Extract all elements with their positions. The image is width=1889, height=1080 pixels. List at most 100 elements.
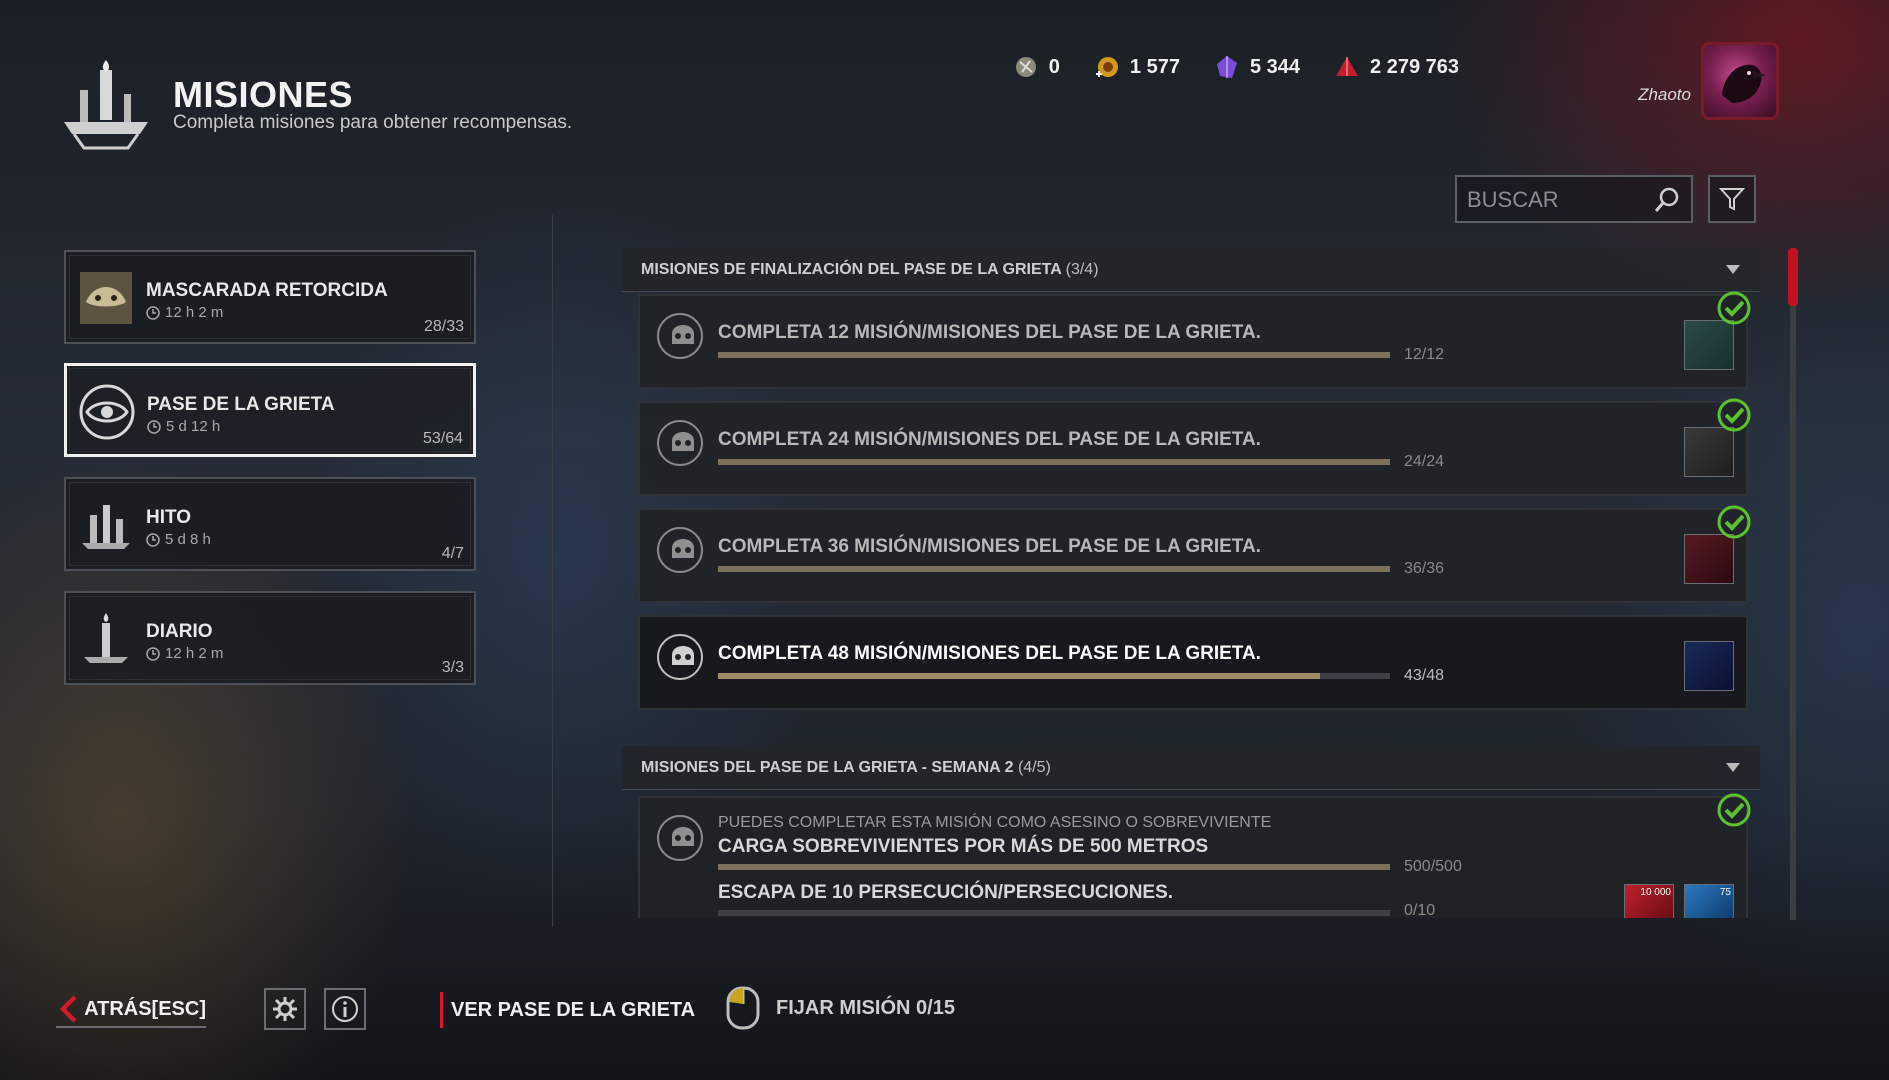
skull-icon bbox=[657, 527, 703, 573]
mission-card[interactable]: COMPLETA 24 MISIÓN/MISIONES DEL PASE DE … bbox=[638, 398, 1751, 496]
group-title-text: MISIONES DE FINALIZACIÓN DEL PASE DE LA … bbox=[641, 261, 1062, 278]
mission-progress-bar bbox=[718, 673, 1390, 679]
reward-xp-icon[interactable]: 75 bbox=[1684, 884, 1734, 918]
mission-note: PUEDES COMPLETAR ESTA MISIÓN COMO ASESIN… bbox=[718, 814, 1272, 831]
pin-mission-control[interactable]: FIJAR MISIÓN 0/15 bbox=[726, 986, 955, 1030]
skull-icon bbox=[657, 420, 703, 466]
currency-iridescent-shards: 2 279 763 bbox=[1334, 54, 1459, 80]
skull-icon bbox=[657, 313, 703, 359]
currency-auric-cells: 5 344 bbox=[1214, 54, 1300, 80]
objective-title: ESCAPA DE 10 PERSECUCIÓN/PERSECUCIONES. bbox=[718, 882, 1174, 903]
filter-button[interactable] bbox=[1708, 175, 1756, 223]
category-name: MASCARADA RETORCIDA bbox=[146, 280, 388, 301]
info-button[interactable] bbox=[324, 988, 366, 1030]
reward-banner-icon[interactable] bbox=[1684, 641, 1734, 691]
check-icon bbox=[1717, 398, 1751, 432]
mission-title: COMPLETA 48 MISIÓN/MISIONES DEL PASE DE … bbox=[718, 643, 1261, 664]
mission-title: COMPLETA 24 MISIÓN/MISIONES DEL PASE DE … bbox=[718, 429, 1261, 450]
reward-shards-icon[interactable]: 10 000 bbox=[1624, 884, 1674, 918]
objective-title: CARGA SOBREVIVIENTES POR MÁS DE 500 METR… bbox=[718, 836, 1209, 857]
iridescent-shards-icon bbox=[1336, 57, 1359, 76]
settings-button[interactable] bbox=[264, 988, 306, 1030]
bloodpoints-icon bbox=[1095, 57, 1118, 77]
category-timer: 5 d 8 h bbox=[146, 531, 211, 548]
chevron-down-icon[interactable] bbox=[1726, 763, 1740, 773]
mission-progress-text: 36/36 bbox=[1404, 560, 1445, 577]
back-button[interactable]: ATRÁS[ESC] bbox=[56, 992, 206, 1028]
candle-icon bbox=[84, 613, 128, 663]
progress-fill bbox=[718, 459, 1390, 465]
page-subtitle: Completa misiones para obtener recompens… bbox=[173, 112, 573, 133]
mission-card[interactable]: COMPLETA 48 MISIÓN/MISIONES DEL PASE DE … bbox=[638, 615, 1748, 710]
group-count: (4/5) bbox=[1017, 759, 1051, 776]
mission-progress-text: 24/24 bbox=[1404, 453, 1445, 470]
gear-icon bbox=[273, 997, 297, 1021]
reward-charm-icon[interactable] bbox=[1684, 320, 1734, 370]
back-key-hint: [ESC] bbox=[151, 997, 206, 1020]
currency-bloodpoints: 1 577 bbox=[1094, 54, 1180, 80]
reward-charm-icon[interactable] bbox=[1684, 534, 1734, 584]
currency-bar: 0 1 577 5 344 2 279 763 bbox=[1013, 52, 1459, 82]
objective-progress-text: 500/500 bbox=[1404, 858, 1462, 875]
search-box[interactable] bbox=[1455, 175, 1693, 223]
reward-charm-icon[interactable] bbox=[1684, 427, 1734, 477]
category-diario[interactable]: DIARIO 12 h 2 m 3/3 bbox=[64, 591, 476, 685]
mission-group-header[interactable]: MISIONES DE FINALIZACIÓN DEL PASE DE LA … bbox=[622, 248, 1760, 292]
category-name: DIARIO bbox=[146, 621, 213, 642]
currency-rift-fragments: 0 bbox=[1013, 54, 1060, 80]
mission-group-header[interactable]: MISIONES DEL PASE DE LA GRIETA - SEMANA … bbox=[622, 746, 1760, 790]
progress-fill bbox=[718, 352, 1390, 358]
back-label: ATRÁS[ESC] bbox=[84, 998, 206, 1021]
mission-progress-bar bbox=[718, 352, 1390, 358]
scroll-thumb[interactable] bbox=[1788, 248, 1798, 306]
page-title: MISIONES bbox=[173, 74, 354, 115]
mission-title: COMPLETA 12 MISIÓN/MISIONES DEL PASE DE … bbox=[718, 322, 1261, 343]
clock-icon bbox=[146, 305, 160, 320]
currency-value: 0 bbox=[1048, 55, 1060, 78]
check-icon bbox=[1717, 291, 1751, 325]
category-time-value: 12 h 2 m bbox=[165, 304, 224, 321]
back-arrow-icon bbox=[59, 995, 77, 1023]
category-count: 28/33 bbox=[423, 318, 464, 335]
currency-value: 5 344 bbox=[1249, 55, 1301, 78]
category-timer: 12 h 2 m bbox=[146, 645, 223, 662]
chevron-down-icon[interactable] bbox=[1726, 265, 1740, 275]
mission-card[interactable]: COMPLETA 12 MISIÓN/MISIONES DEL PASE DE … bbox=[638, 291, 1751, 389]
objective-progress-text: 0/10 bbox=[1404, 902, 1436, 918]
mouse-icon bbox=[726, 986, 760, 1030]
progress-fill bbox=[718, 673, 1321, 679]
category-time-value: 5 d 8 h bbox=[165, 531, 211, 548]
objective-progress-bar bbox=[718, 864, 1390, 870]
mission-progress-text: 43/48 bbox=[1404, 667, 1445, 684]
category-pase-de-la-grieta[interactable]: PASE DE LA GRIETA 5 d 12 h 53/64 bbox=[64, 363, 476, 457]
clock-icon bbox=[146, 532, 160, 547]
mission-title: COMPLETA 36 MISIÓN/MISIONES DEL PASE DE … bbox=[718, 536, 1261, 557]
view-rift-pass-button[interactable]: VER PASE DE LA GRIETA bbox=[440, 992, 695, 1028]
search-icon[interactable] bbox=[1653, 186, 1681, 214]
category-hito[interactable]: HITO 5 d 8 h 4/7 bbox=[64, 477, 476, 571]
mission-card[interactable]: COMPLETA 36 MISIÓN/MISIONES DEL PASE DE … bbox=[638, 505, 1751, 603]
group-count: (3/4) bbox=[1065, 261, 1099, 278]
progress-fill bbox=[718, 566, 1390, 572]
search-input[interactable] bbox=[1467, 185, 1647, 215]
filter-icon bbox=[1719, 188, 1745, 211]
category-timer: 12 h 2 m bbox=[146, 304, 223, 321]
group-title-text: MISIONES DEL PASE DE LA GRIETA - SEMANA … bbox=[641, 759, 1014, 776]
objective-progress-bar bbox=[718, 910, 1390, 916]
missions-logo-icon bbox=[60, 60, 152, 150]
mission-card[interactable]: PUEDES COMPLETAR ESTA MISIÓN COMO ASESIN… bbox=[638, 793, 1751, 918]
mission-scrollbar[interactable] bbox=[1788, 248, 1798, 920]
category-mascarada-retorcida[interactable]: MASCARADA RETORCIDA 12 h 2 m 28/33 bbox=[64, 250, 476, 344]
category-timer: 5 d 12 h bbox=[147, 418, 220, 435]
currency-value: 2 279 763 bbox=[1370, 55, 1459, 78]
mission-list[interactable]: MISIONES DE FINALIZACIÓN DEL PASE DE LA … bbox=[620, 248, 1760, 918]
rift-fragment-icon bbox=[1015, 57, 1036, 77]
check-icon bbox=[1717, 505, 1751, 539]
category-time-value: 5 d 12 h bbox=[166, 418, 221, 435]
group-title: MISIONES DE FINALIZACIÓN DEL PASE DE LA … bbox=[641, 261, 1099, 279]
pin-mission-label: FIJAR MISIÓN 0/15 bbox=[776, 996, 955, 1019]
raven-avatar-icon[interactable] bbox=[1701, 42, 1779, 120]
category-name: HITO bbox=[146, 507, 192, 528]
progress-fill bbox=[718, 864, 1390, 870]
username: Zhaoto bbox=[1638, 85, 1691, 104]
